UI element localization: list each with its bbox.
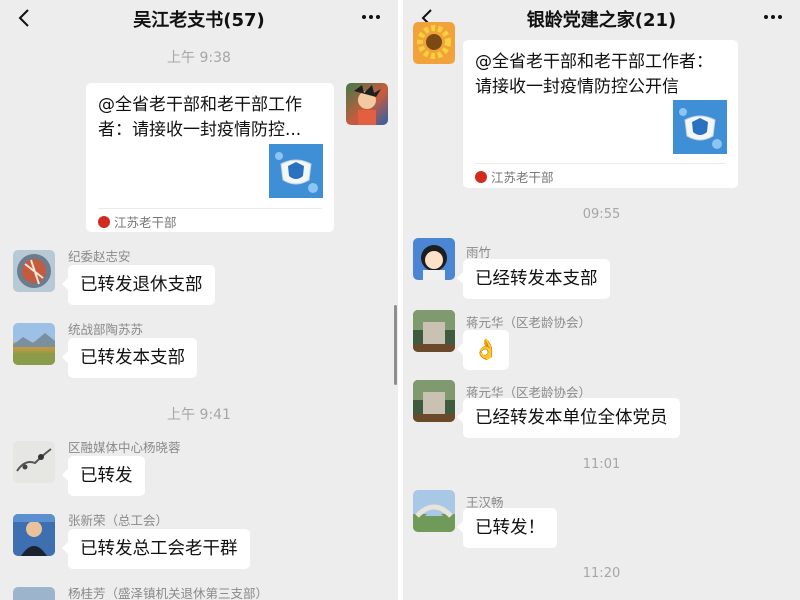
card-source: 江苏老干部 [475, 167, 554, 186]
more-dots-icon[interactable] [360, 6, 382, 28]
card-source: 江苏老干部 [98, 212, 177, 231]
avatar[interactable] [13, 514, 55, 556]
message-bubble[interactable]: 已转发！ [457, 508, 557, 548]
card-divider [475, 163, 726, 164]
source-logo-icon [475, 171, 487, 183]
chat-title: 吴江老支书(57) [133, 10, 265, 31]
message-bubble[interactable]: 已经转发本单位全体党员 [457, 398, 680, 438]
message-bubble[interactable]: 已转发退休支部 [62, 265, 215, 305]
avatar-image-icon [413, 380, 455, 422]
link-card[interactable]: @全省老干部和老干部工作 者：请接收一封疫情防控... 江苏老干部 [86, 83, 334, 232]
emoji-bubble[interactable]: 👌 [457, 330, 509, 370]
message-bubble[interactable]: 已经转发本支部 [457, 259, 610, 299]
avatar-image-icon [354, 85, 381, 125]
chat-header: 银龄党建之家(21) [403, 0, 800, 36]
avatar[interactable] [413, 22, 455, 64]
avatar[interactable] [346, 83, 388, 125]
avatar-image-icon [421, 245, 447, 280]
card-text-line: 者：请接收一封疫情防控... [98, 120, 302, 140]
timestamp: 09:55 [582, 207, 621, 222]
avatar[interactable] [13, 323, 55, 365]
avatar[interactable] [413, 380, 455, 422]
card-text-line: @全省老干部和老干部工作者： [475, 52, 713, 72]
card-text: @全省老干部和老干部工作 者：请接收一封疫情防控... [98, 93, 302, 143]
source-logo-icon [98, 216, 110, 228]
avatar[interactable] [413, 310, 455, 352]
avatar-image-icon [413, 310, 455, 352]
card-divider [98, 208, 322, 209]
chat-panel-right: 银龄党建之家(21) @全省老干部和老干部工作者： 请接收一封疫情防控公开信 江… [403, 0, 800, 600]
avatar[interactable] [413, 238, 455, 280]
sender-name: 蒋元华（区老龄协会） [466, 315, 592, 330]
message-bubble[interactable]: 已转发总工会老干群 [62, 529, 250, 569]
bridge-photo-icon [413, 504, 455, 532]
card-source-label: 江苏老干部 [114, 215, 177, 230]
avatar[interactable] [413, 490, 455, 532]
mask-thumbnail [269, 144, 323, 198]
timestamp: 上午 9:41 [167, 407, 231, 423]
more-dots-icon[interactable] [762, 6, 784, 28]
card-text-line: @全省老干部和老干部工作 [98, 95, 302, 115]
chat-panel-left: 吴江老支书(57) 上午 9:38 @全省老干部和老干部工作 者：请接收一封疫情… [0, 0, 398, 600]
avatar[interactable] [13, 587, 55, 600]
chat-header: 吴江老支书(57) [0, 0, 398, 36]
scrollbar[interactable] [394, 305, 397, 385]
avatar-image-icon [13, 333, 55, 365]
sunflower-icon [417, 25, 451, 59]
message-bubble[interactable]: 已转发 [62, 456, 145, 496]
sender-name: 纪委赵志安 [68, 249, 131, 264]
timestamp: 11:20 [582, 566, 621, 581]
card-source-label: 江苏老干部 [491, 170, 554, 185]
sender-name: 杨桂芳（盛泽镇机关退休第三支部） [68, 586, 269, 600]
link-card[interactable]: @全省老干部和老干部工作者： 请接收一封疫情防控公开信 江苏老干部 [463, 40, 738, 188]
chat-title: 银龄党建之家(21) [526, 10, 677, 31]
sender-name: 统战部陶苏苏 [68, 322, 144, 337]
card-text-line: 请接收一封疫情防控公开信 [475, 77, 679, 97]
card-text: @全省老干部和老干部工作者： 请接收一封疫情防控公开信 [475, 50, 713, 100]
ok-hand-emoji-icon: 👌 [473, 337, 499, 361]
sender-name: 区融媒体中心杨晓蓉 [68, 440, 181, 455]
message-bubble[interactable]: 已转发本支部 [62, 338, 197, 378]
timestamp: 上午 9:38 [167, 50, 231, 66]
avatar[interactable] [13, 441, 55, 483]
timestamp: 11:01 [582, 457, 621, 472]
avatar[interactable] [13, 250, 55, 292]
mask-thumbnail [673, 100, 727, 154]
avatar-image-icon [13, 514, 55, 556]
sender-name: 张新荣（总工会） [68, 513, 169, 528]
avatar-image-icon [16, 448, 52, 472]
avatar-image-icon [17, 254, 51, 288]
